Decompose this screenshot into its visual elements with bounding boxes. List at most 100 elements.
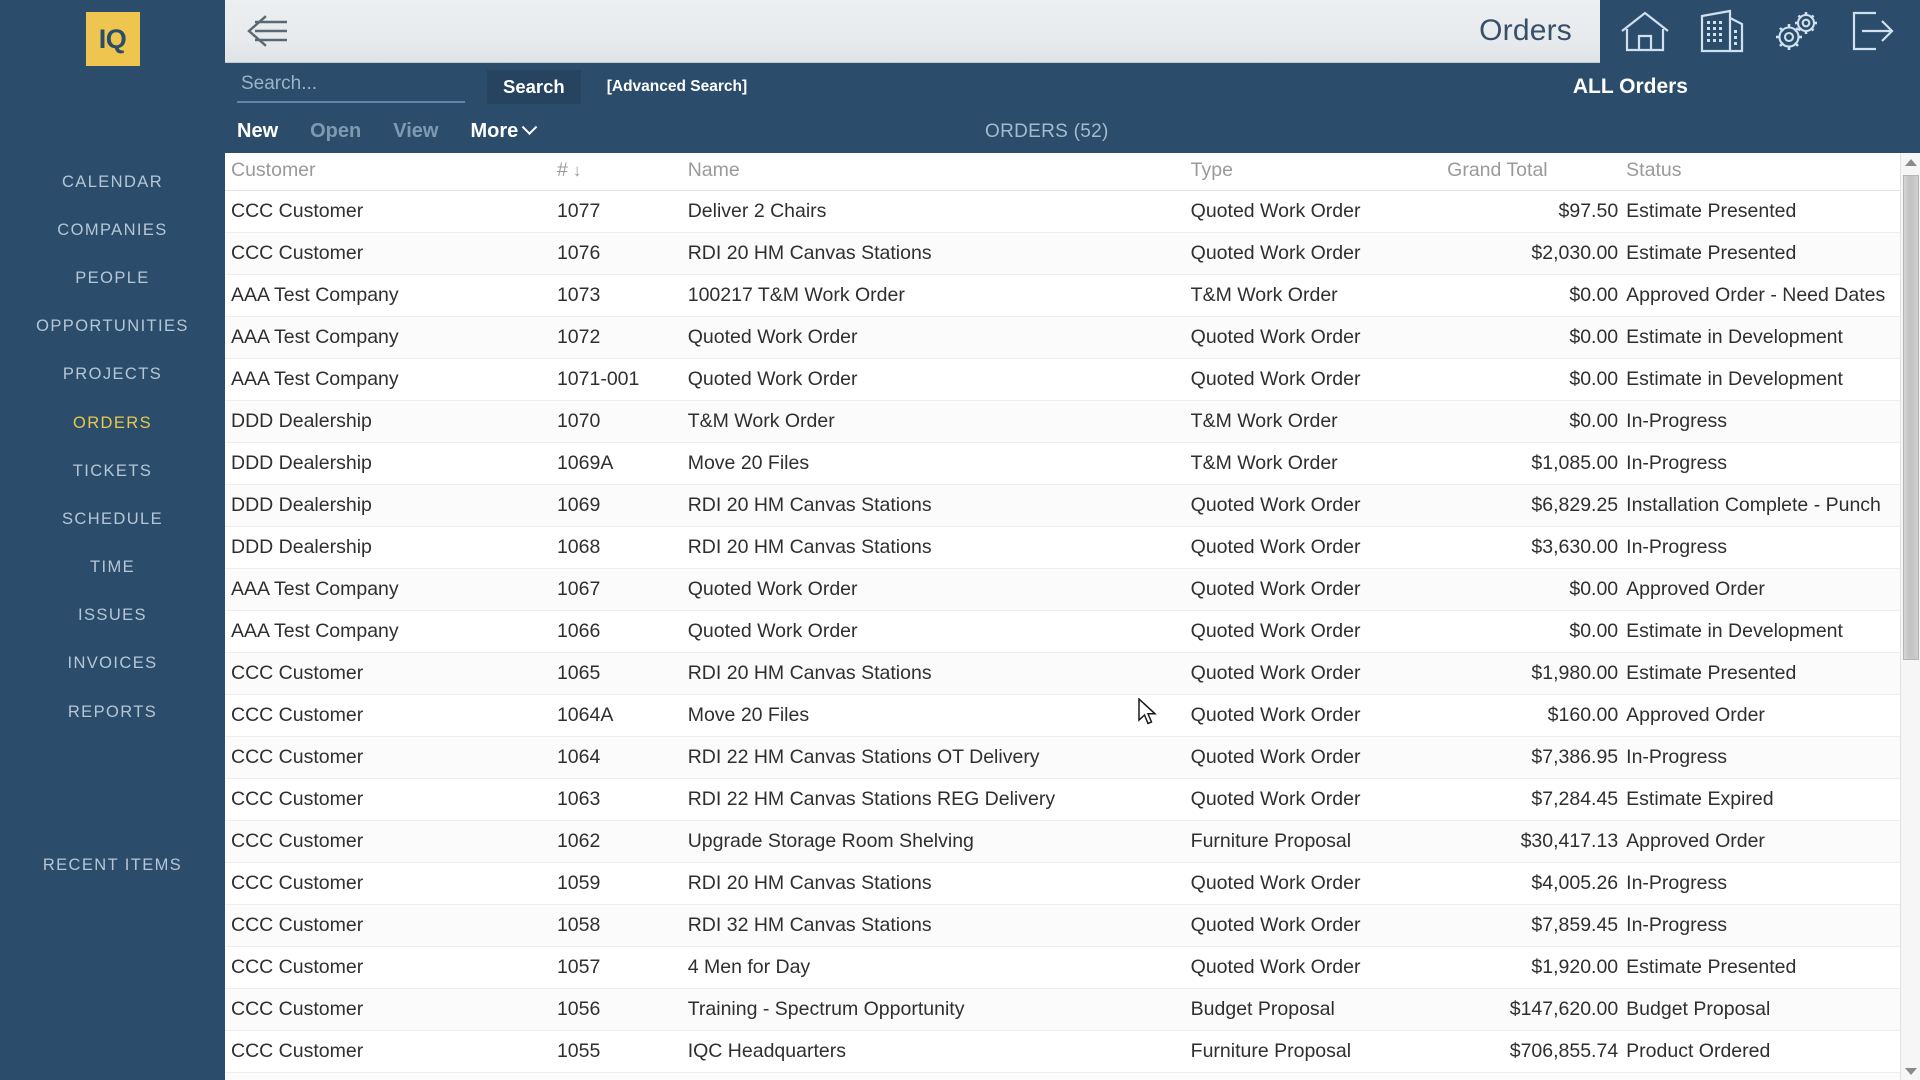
table-row[interactable]: CCC Customer 1056 Training - Spectrum Oppo… (225, 988, 1920, 1031)
table-row[interactable]: DDD Dealership 1068 RDI 20 HM Canvas Stati… (225, 526, 1920, 569)
sidebar-item-calendar[interactable]: CALENDAR (0, 158, 225, 206)
column-header-type[interactable]: Type (1190, 153, 1448, 191)
table-row[interactable]: DDD Dealership 1069 RDI 20 HM Canvas Stati… (225, 484, 1920, 527)
table-row[interactable]: CCC Customer 1062 Upgrade Storage Room She… (225, 820, 1920, 863)
sidebar-item-companies[interactable]: COMPANIES (0, 206, 225, 254)
new-button[interactable]: New (237, 120, 278, 143)
all-orders-view-selector[interactable]: ALL Orders (1573, 75, 1920, 99)
cell-name: Quoted Work Order (687, 358, 1191, 401)
table-row[interactable]: CCC Customer 1064A Move 20 Files Quoted Wor… (225, 694, 1920, 737)
back-menu-icon[interactable] (243, 11, 299, 51)
cell-customer: DDD Dealership (225, 484, 557, 527)
cell-name: Move 20 Files (687, 442, 1191, 485)
table-row[interactable]: CCC Customer 1059 RDI 20 HM Canvas Station… (225, 862, 1920, 905)
cell-number: 1062 (556, 820, 688, 863)
table-row[interactable]: CCC Customer 1058 RDI 32 HM Canvas Station… (225, 904, 1920, 947)
cell-status: Estimate in Development (1618, 358, 1920, 401)
sidebar-item-reports[interactable]: REPORTS (0, 688, 225, 736)
cell-customer: AAA Test Company (225, 610, 557, 653)
table-row[interactable]: AAA Test Company 1072 Quoted Work Order Quo… (225, 316, 1920, 359)
cell-grand-total: $0.00 (1447, 274, 1619, 317)
cell-name: RDI 20 HM Canvas Stations (687, 232, 1191, 275)
cell-customer: CCC Customer (225, 694, 557, 737)
table-row[interactable]: CCC Customer 1065 RDI 20 HM Canvas Station… (225, 652, 1920, 695)
home-icon[interactable] (1614, 5, 1676, 57)
cell-status: Estimate Expired (1618, 778, 1920, 821)
logo-text: IQ (85, 12, 140, 66)
cell-type: Quoted Work Order (1190, 316, 1448, 359)
app-logo[interactable]: IQ (84, 10, 142, 68)
sidebar-item-issues[interactable]: ISSUES (0, 592, 225, 640)
orders-table-body: CCC Customer 1077 Deliver 2 Chairs Quoted W… (225, 190, 1920, 1080)
table-row[interactable]: DDD Dealership 1070 T&M Work Order T&M Work… (225, 400, 1920, 443)
open-button[interactable]: Open (310, 120, 361, 143)
cell-name: RDI 20 HM Canvas Stations (687, 862, 1191, 905)
sidebar-item-tickets[interactable]: TICKETS (0, 447, 225, 495)
search-button[interactable]: Search (487, 69, 581, 104)
advanced-search-link[interactable]: [Advanced Search] (607, 78, 747, 96)
sidebar-item-time[interactable]: TIME (0, 544, 225, 592)
table-row[interactable]: AAA Test Company 1071-001 Quoted Work Orde… (225, 358, 1920, 401)
cell-grand-total: $7,284.45 (1447, 778, 1619, 821)
cell-customer: AAA Test Company (225, 316, 557, 359)
cell-number: 1076 (556, 232, 688, 275)
cell-customer: DDD Dealership (225, 442, 557, 485)
more-menu-button[interactable]: More (470, 119, 538, 143)
column-header-name[interactable]: Name (687, 153, 1191, 191)
cell-type: Quoted Work Order (1190, 862, 1448, 905)
table-row[interactable]: AAA Test Company 1066 Quoted Work Order Quo… (225, 610, 1920, 653)
scrollbar-thumb[interactable] (1903, 175, 1919, 660)
column-header-grand-total[interactable]: Grand Total (1447, 153, 1619, 191)
column-header-status[interactable]: Status (1618, 153, 1920, 191)
search-input[interactable] (237, 70, 465, 103)
page-title: Orders (1479, 14, 1572, 47)
table-row[interactable]: CCC Customer 1063 RDI 22 HM Canvas Station… (225, 778, 1920, 821)
building-icon[interactable] (1690, 5, 1752, 57)
cell-customer: AAA Test Company (225, 568, 557, 611)
vertical-scrollbar[interactable] (1900, 153, 1920, 1080)
cell-type: T&M Work Order (1190, 442, 1448, 485)
sidebar-item-opportunities[interactable]: OPPORTUNITIES (0, 303, 225, 351)
gears-settings-icon[interactable] (1766, 5, 1828, 57)
table-row[interactable]: CCC Customer 1076 RDI 20 HM Canvas Station… (225, 232, 1920, 275)
sidebar-item-orders[interactable]: ORDERS (0, 399, 225, 447)
view-button[interactable]: View (393, 120, 438, 143)
cell-status: In-Progress (1618, 400, 1920, 443)
column-header-number[interactable]: # ↓ (556, 153, 688, 191)
cell-number: 1058 (556, 904, 688, 947)
scroll-down-arrow-icon[interactable] (1901, 1062, 1920, 1080)
table-row[interactable]: CCC Customer 1057 4 Men for Day Quoted Work… (225, 946, 1920, 989)
cell-status: In-Progress (1618, 1072, 1920, 1080)
sidebar-recent-items[interactable]: RECENT ITEMS (0, 856, 225, 1080)
cell-name: Upgrade Storage Room Shelving (687, 820, 1191, 863)
cell-name: 100217 T&M Work Order (687, 274, 1191, 317)
column-header-customer[interactable]: Customer (225, 153, 557, 191)
table-row[interactable]: CCC Customer 1077 Deliver 2 Chairs Quoted W… (225, 190, 1920, 233)
cell-status: Estimate Presented (1618, 652, 1920, 695)
chevron-down-icon (521, 119, 538, 136)
cell-type: Quoted Work Order (1190, 610, 1448, 653)
record-count-label: ORDERS (52) (985, 120, 1109, 142)
logout-icon[interactable] (1842, 5, 1904, 57)
table-row[interactable]: AAA Test Company 1067 Quoted Work Order Quo… (225, 568, 1920, 611)
sidebar-item-people[interactable]: PEOPLE (0, 254, 225, 302)
table-row[interactable]: AAA Test Company 1073 100217 T&M Work Orde… (225, 274, 1920, 317)
table-row[interactable]: CCC Customer 1055 IQC Headquarters Furnitur… (225, 1030, 1920, 1073)
sidebar-item-projects[interactable]: PROJECTS (0, 351, 225, 399)
cell-customer: CCC Customer (225, 190, 557, 233)
sidebar-item-invoices[interactable]: INVOICES (0, 640, 225, 688)
table-row[interactable]: DDD Dealership 1069A Move 20 Files T&M Work… (225, 442, 1920, 485)
sidebar-item-schedule[interactable]: SCHEDULE (0, 495, 225, 543)
cell-type: Quoted Work Order (1190, 232, 1448, 275)
orders-table-container: Customer # ↓ Name Type Grand Total Status… (225, 153, 1920, 1080)
cell-name: RDI 32 HM Canvas Stations (687, 904, 1191, 947)
cell-number: 1072 (556, 316, 688, 359)
cell-number: 1065 (556, 652, 688, 695)
cell-number: 1070 (556, 400, 688, 443)
cell-name: Stations Project (687, 1072, 1191, 1080)
scroll-up-arrow-icon[interactable] (1901, 153, 1920, 171)
cell-customer: CCC Customer (225, 232, 557, 275)
table-row[interactable]: DDD Dealership1054Stations ProjectQuoted… (225, 1072, 1920, 1080)
cell-number: 1067 (556, 568, 688, 611)
table-row[interactable]: CCC Customer 1064 RDI 22 HM Canvas Station… (225, 736, 1920, 779)
